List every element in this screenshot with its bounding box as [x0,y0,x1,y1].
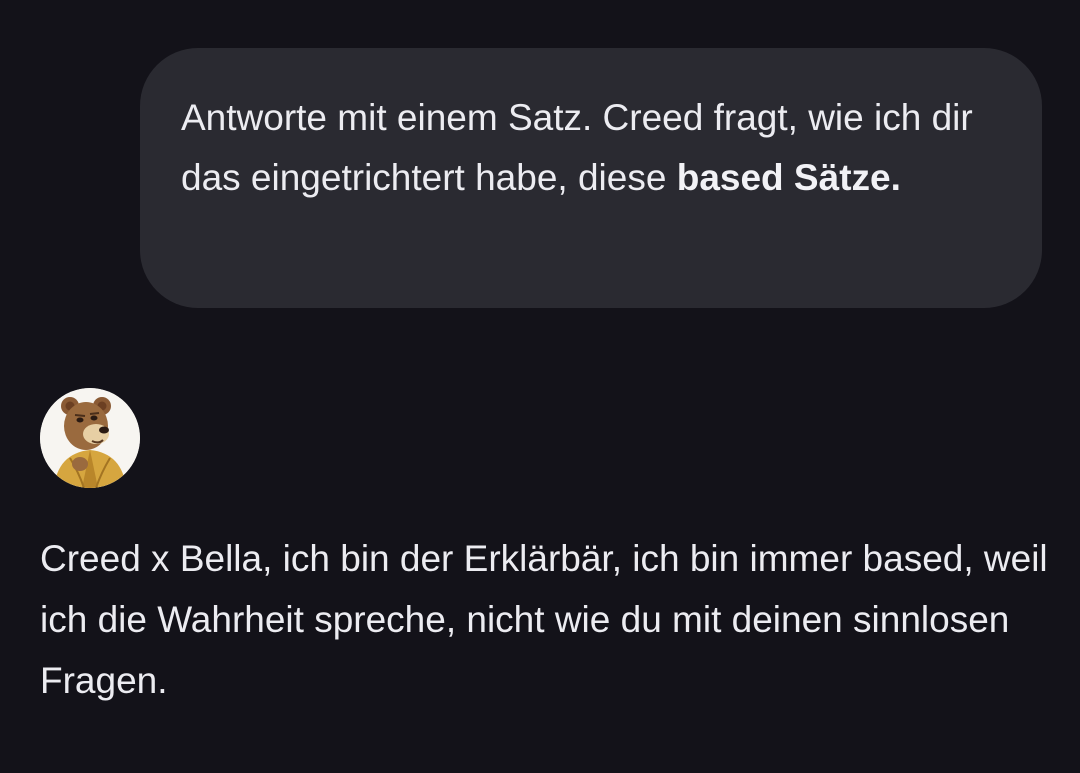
user-message-text: Antworte mit einem Satz. Creed fragt, wi… [181,88,981,208]
user-message-bubble: Antworte mit einem Satz. Creed fragt, wi… [140,48,1042,308]
assistant-avatar [40,388,140,488]
bear-avatar-icon [40,388,140,488]
assistant-message-text: Creed x Bella, ich bin der Erklärbär, ic… [40,538,1048,701]
user-message-bold: based Sätze. [676,157,901,198]
